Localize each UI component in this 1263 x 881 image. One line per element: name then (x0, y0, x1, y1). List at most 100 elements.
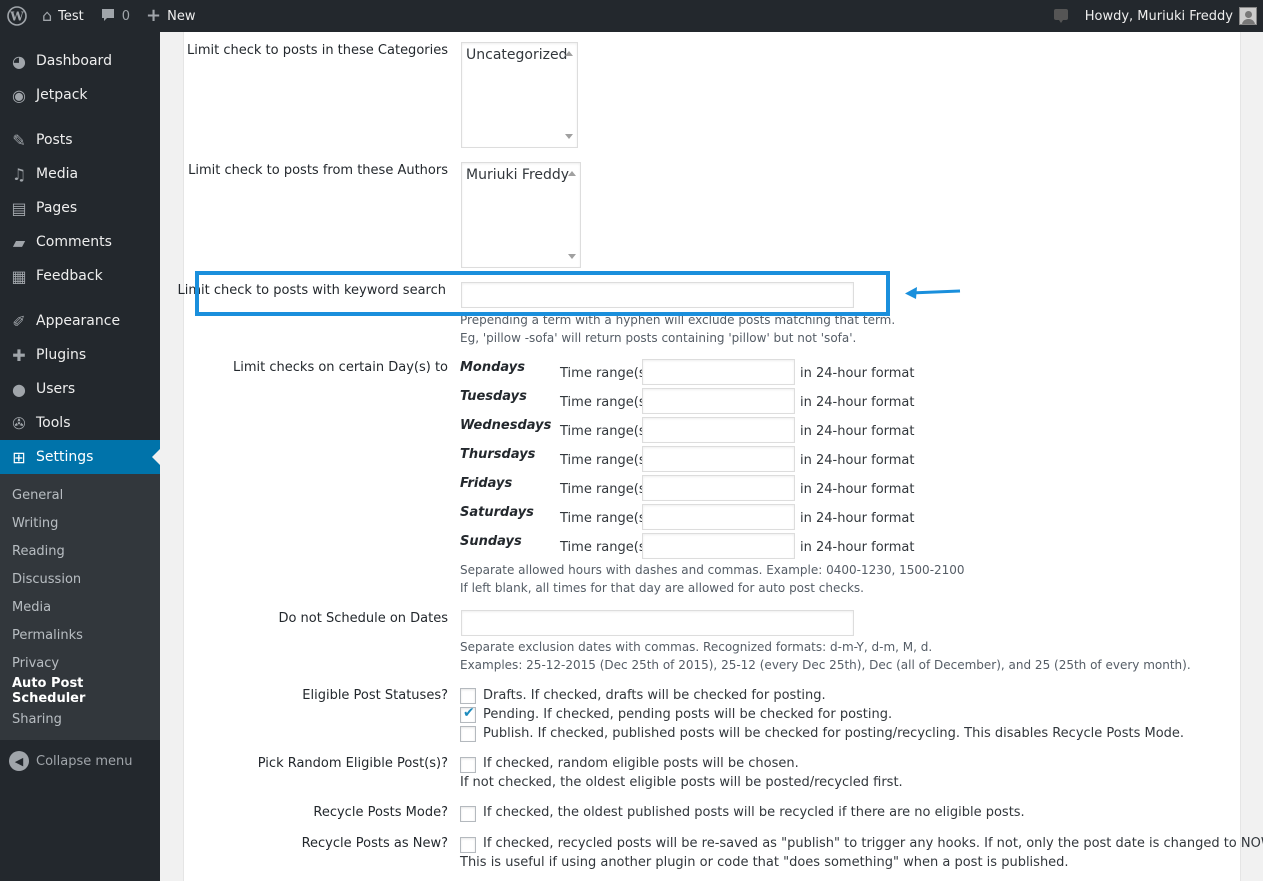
time-format-label: in 24-hour format (800, 540, 915, 555)
pending-label: Pending. If checked, pending posts will … (483, 707, 893, 722)
menu-tools[interactable]: ✇ Tools (0, 406, 160, 440)
recycle-new-label: Recycle Posts as New? (301, 836, 448, 851)
authors-option[interactable]: Muriuki Freddy (466, 167, 569, 183)
menu-users[interactable]: ● Users (0, 372, 160, 406)
time-range-label: Time range(s) (560, 540, 651, 555)
categories-option[interactable]: Uncategorized (466, 47, 567, 63)
home-icon: ⌂ (42, 6, 53, 25)
plus-icon: + (146, 5, 162, 26)
new-content-link[interactable]: + New (138, 0, 203, 32)
dates-label: Do not Schedule on Dates (278, 611, 448, 626)
menu-appearance[interactable]: ✐ Appearance (0, 304, 160, 338)
submenu-sharing[interactable]: Sharing (0, 705, 160, 733)
random-cb-label: If checked, random eligible posts will b… (483, 756, 799, 771)
time-range-label: Time range(s) (560, 482, 651, 497)
avatar (1239, 7, 1257, 25)
notifications-button[interactable] (1045, 0, 1077, 32)
recycle-new-checkbox[interactable] (460, 837, 476, 853)
pointer-arrow-icon (905, 287, 961, 299)
menu-label: Tools (36, 415, 71, 431)
submenu-general[interactable]: General (0, 481, 160, 509)
menu-label: Appearance (36, 313, 121, 329)
menu-media[interactable]: ♫ Media (0, 157, 160, 191)
time-range-input-mondays[interactable] (642, 359, 795, 385)
time-format-label: in 24-hour format (800, 482, 915, 497)
menu-label: Media (36, 166, 79, 182)
my-account-link[interactable]: Howdy, Muriuki Freddy (1077, 0, 1263, 32)
site-name: Test (58, 8, 84, 24)
random-checkbox[interactable] (460, 757, 476, 773)
menu-dashboard[interactable]: ◕ Dashboard (0, 44, 160, 78)
plugin-icon: ✚ (12, 345, 26, 365)
jetpack-icon: ◉ (12, 85, 26, 105)
menu-posts[interactable]: ✎ Posts (0, 123, 160, 157)
menu-settings[interactable]: ⊞ Settings (0, 440, 160, 474)
time-format-label: in 24-hour format (800, 366, 915, 381)
wordpress-logo-icon[interactable]: W (0, 0, 34, 32)
site-name-link[interactable]: ⌂ Test (34, 0, 92, 32)
submenu-writing[interactable]: Writing (0, 509, 160, 537)
collapse-label: Collapse menu (36, 753, 133, 769)
time-format-label: in 24-hour format (800, 395, 915, 410)
settings-form: Limit check to posts in these Categories… (178, 32, 1263, 881)
categories-select[interactable]: Uncategorized (461, 42, 578, 148)
comments-count: 0 (121, 8, 131, 24)
submenu-reading[interactable]: Reading (0, 537, 160, 565)
menu-label: Comments (36, 234, 112, 250)
days-desc-2: If left blank, all times for that day ar… (460, 581, 864, 595)
submenu-discussion[interactable]: Discussion (0, 565, 160, 593)
time-range-input-wednesdays[interactable] (642, 417, 795, 443)
drafts-checkbox[interactable] (460, 688, 476, 704)
authors-scrollbar[interactable] (566, 163, 578, 267)
random-desc: If not checked, the oldest eligible post… (460, 775, 903, 790)
pin-icon: ✎ (12, 130, 26, 150)
drafts-label: Drafts. If checked, drafts will be check… (483, 688, 826, 703)
time-format-label: in 24-hour format (800, 511, 915, 526)
authors-label: Limit check to posts from these Authors (188, 163, 448, 178)
brush-icon: ✐ (12, 311, 26, 331)
admin-bar: W ⌂ Test 0 + New Howdy, Muriuki Freddy (0, 0, 1263, 32)
time-range-input-tuesdays[interactable] (642, 388, 795, 414)
menu-jetpack[interactable]: ◉ Jetpack (0, 78, 160, 112)
recycle-checkbox[interactable] (460, 806, 476, 822)
publish-checkbox[interactable] (460, 726, 476, 742)
categories-label: Limit check to posts in these Categories (186, 43, 448, 58)
day-label-sundays: Sundays (460, 534, 522, 549)
comment-bubble-icon (100, 7, 116, 26)
menu-plugins[interactable]: ✚ Plugins (0, 338, 160, 372)
time-range-input-saturdays[interactable] (642, 504, 795, 530)
greeting-text: Howdy, Muriuki Freddy (1084, 8, 1233, 24)
menu-label: Jetpack (36, 87, 88, 103)
admin-sidebar: ◕ Dashboard ◉ Jetpack ✎ Posts ♫ Media ▤ Pages… (0, 32, 160, 881)
notification-icon (1053, 9, 1068, 23)
comments-link[interactable]: 0 (92, 0, 138, 32)
settings-icon: ⊞ (12, 447, 26, 467)
collapse-menu-button[interactable]: ◀ Collapse menu (0, 744, 160, 778)
menu-label: Pages (36, 200, 78, 216)
publish-label: Publish. If checked, published posts wil… (483, 726, 1185, 741)
menu-comments[interactable]: ▰ Comments (0, 225, 160, 259)
pending-checkbox[interactable] (460, 705, 476, 723)
submenu-privacy[interactable]: Privacy (0, 649, 160, 677)
time-range-input-fridays[interactable] (642, 475, 795, 501)
submenu-permalinks[interactable]: Permalinks (0, 621, 160, 649)
time-range-label: Time range(s) (560, 395, 651, 410)
random-label: Pick Random Eligible Post(s)? (257, 756, 448, 771)
keyword-desc-2: Eg, 'pillow -sofa' will return posts con… (460, 331, 857, 345)
authors-select[interactable]: Muriuki Freddy (461, 162, 581, 268)
exclusion-dates-input[interactable] (461, 610, 854, 636)
submenu-media[interactable]: Media (0, 593, 160, 621)
time-range-label: Time range(s) (560, 366, 651, 381)
time-range-input-sundays[interactable] (642, 533, 795, 559)
day-label-thursdays: Thursdays (460, 447, 536, 462)
keyword-highlight-box (195, 271, 890, 316)
menu-label: Settings (36, 449, 94, 465)
svg-text:W: W (9, 10, 24, 24)
categories-scrollbar[interactable] (563, 43, 575, 147)
menu-pages[interactable]: ▤ Pages (0, 191, 160, 225)
time-range-input-thursdays[interactable] (642, 446, 795, 472)
days-label: Limit checks on certain Day(s) to (233, 360, 448, 375)
menu-feedback[interactable]: ▦ Feedback (0, 259, 160, 293)
dates-desc-2: Examples: 25-12-2015 (Dec 25th of 2015),… (460, 658, 1191, 672)
submenu-auto-post-scheduler[interactable]: Auto Post Scheduler (0, 676, 160, 706)
